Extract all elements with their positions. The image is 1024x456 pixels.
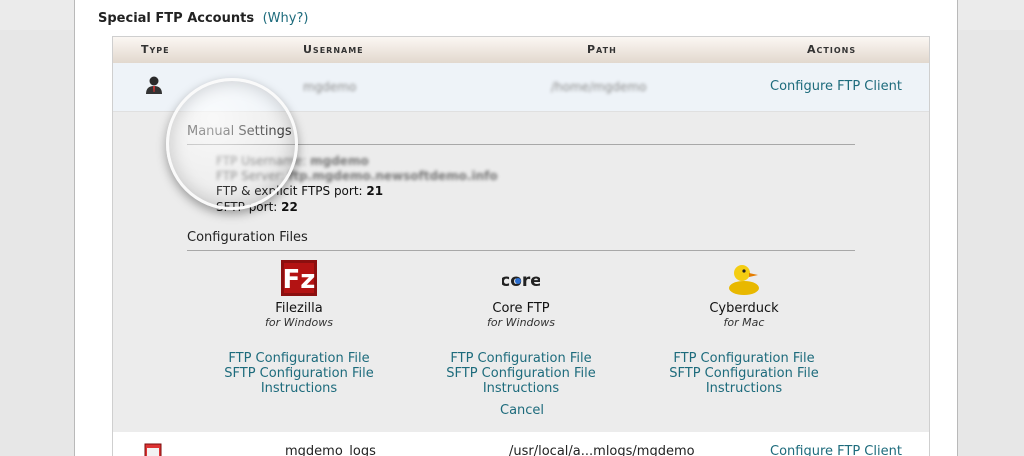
coreftp-sftp-config-link[interactable]: SFTP Configuration File <box>426 366 616 381</box>
ftps-port-field: FTP & explicit FTPS port: 21 <box>216 184 384 198</box>
coreftp-ftp-config-link[interactable]: FTP Configuration File <box>426 351 616 366</box>
cancel-link[interactable]: Cancel <box>500 403 544 418</box>
ftp-client-config-panel: Manual Settings FTP Username: mgdemo FTP… <box>113 112 929 432</box>
configure-ftp-client-link[interactable]: Configure FTP Client <box>770 79 902 94</box>
filezilla-instructions-link[interactable]: Instructions <box>204 381 394 396</box>
sftp-port-field: SFTP port: 22 <box>216 200 298 214</box>
cyberduck-sftp-config-link[interactable]: SFTP Configuration File <box>649 366 839 381</box>
row-path: /home/mgdemo <box>551 80 647 94</box>
cyberduck-ftp-config-link[interactable]: FTP Configuration File <box>649 351 839 366</box>
section-title: Special FTP Accounts (Why?) <box>98 11 308 26</box>
logs-folder-icon <box>144 443 162 456</box>
coreftp-icon: core <box>500 259 542 297</box>
header-username: Username <box>303 43 364 56</box>
why-link[interactable]: (Why?) <box>263 11 309 26</box>
svg-text:Fz: Fz <box>283 265 316 295</box>
cyberduck-instructions-link[interactable]: Instructions <box>649 381 839 396</box>
client-cyberduck: Cyberduck for Mac FTP Configuration File… <box>649 259 839 396</box>
table-row: mgdemo_logs /usr/local/a...mlogs/mgdemo … <box>113 432 929 456</box>
coreftp-instructions-link[interactable]: Instructions <box>426 381 616 396</box>
configuration-files-heading: Configuration Files <box>187 230 308 245</box>
background-strip-left <box>0 0 74 30</box>
row-username: mgdemo <box>303 80 357 94</box>
table-header: Type Username Path Actions <box>113 37 929 64</box>
ftp-accounts-table: Type Username Path Actions mgdemo /home/… <box>112 36 930 456</box>
header-path: Path <box>587 43 617 56</box>
filezilla-ftp-config-link[interactable]: FTP Configuration File <box>204 351 394 366</box>
client-coreftp: core Core FTP for Windows FTP Configurat… <box>426 259 616 396</box>
row-username: mgdemo_logs <box>285 444 376 456</box>
divider <box>187 144 855 145</box>
background-strip-right <box>958 0 1024 30</box>
filezilla-icon: Fz <box>280 259 318 297</box>
client-filezilla: Fz Filezilla for Windows FTP Configurati… <box>204 259 394 396</box>
divider <box>187 250 855 251</box>
header-actions: Actions <box>807 43 857 56</box>
user-icon <box>146 76 162 94</box>
header-type: Type <box>141 43 170 56</box>
table-row: mgdemo /home/mgdemo Configure FTP Client <box>113 63 929 112</box>
ftp-server-field: FTP Server: ftp.mgdemo.newsoftdemo.info <box>216 169 498 183</box>
filezilla-sftp-config-link[interactable]: SFTP Configuration File <box>204 366 394 381</box>
manual-settings-heading: Manual Settings <box>187 124 292 139</box>
ftp-username-field: FTP Username: mgdemo <box>216 154 369 168</box>
configure-ftp-client-link[interactable]: Configure FTP Client <box>770 444 902 456</box>
section-title-text: Special FTP Accounts <box>98 11 255 26</box>
cyberduck-icon <box>725 259 763 297</box>
row-path: /usr/local/a...mlogs/mgdemo <box>509 444 695 456</box>
